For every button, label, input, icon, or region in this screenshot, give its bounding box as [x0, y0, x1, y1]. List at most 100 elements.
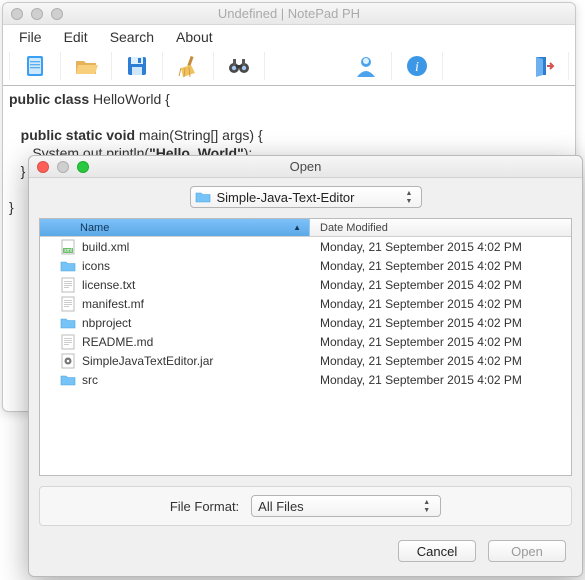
open-folder-icon	[73, 53, 99, 79]
window-title: Undefined | NotePad PH	[3, 6, 575, 21]
user-button[interactable]	[349, 51, 383, 81]
location-bar: Simple-Java-Text-Editor ▲▼	[29, 178, 582, 218]
code-line: public static void main(String[] args) {	[9, 126, 569, 144]
user-icon	[353, 53, 379, 79]
exit-button[interactable]	[526, 51, 560, 81]
minimize-window-button[interactable]	[31, 8, 43, 20]
svg-text:xml: xml	[64, 248, 72, 254]
toolbar-separator	[111, 52, 112, 80]
info-button[interactable]: i	[400, 51, 434, 81]
file-row[interactable]: manifest.mf Monday, 21 September 2015 4:0…	[40, 294, 571, 313]
new-file-button[interactable]	[18, 51, 52, 81]
file-name: manifest.mf	[82, 297, 144, 311]
menu-about[interactable]: About	[166, 27, 223, 47]
file-name: icons	[82, 259, 110, 273]
file-list[interactable]: xml build.xml Monday, 21 September 2015 4:…	[40, 237, 571, 475]
file-row[interactable]: xml build.xml Monday, 21 September 2015 4:…	[40, 237, 571, 256]
file-date: Monday, 21 September 2015 4:02 PM	[310, 278, 571, 292]
column-header-name[interactable]: Name ▲	[40, 219, 310, 236]
code-line	[9, 108, 569, 126]
toolbar-separator	[391, 52, 392, 80]
cancel-button-label: Cancel	[417, 544, 457, 559]
toolbar-separator	[162, 52, 163, 80]
menubar: File Edit Search About	[3, 25, 575, 49]
close-window-button[interactable]	[11, 8, 23, 20]
clear-button[interactable]	[171, 51, 205, 81]
column-header-date-label: Date Modified	[320, 222, 388, 234]
folder-icon	[60, 315, 76, 331]
main-titlebar: Undefined | NotePad PH	[3, 3, 575, 25]
folder-icon	[60, 372, 76, 388]
cancel-button[interactable]: Cancel	[398, 540, 476, 562]
open-button[interactable]: Open	[488, 540, 566, 562]
open-button-label: Open	[511, 544, 543, 559]
file-row[interactable]: icons Monday, 21 September 2015 4:02 PM	[40, 256, 571, 275]
file-format-value: All Files	[258, 499, 415, 514]
location-select[interactable]: Simple-Java-Text-Editor ▲▼	[190, 186, 422, 208]
file-browser: Name ▲ Date Modified xml build.xml Monday,…	[39, 218, 572, 476]
save-button[interactable]	[120, 51, 154, 81]
new-file-icon	[22, 53, 48, 79]
toolbar-separator	[568, 52, 569, 80]
dialog-buttons: Cancel Open	[39, 540, 572, 572]
folder-icon	[195, 190, 211, 204]
file-format-box: File Format: All Files ▲▼	[39, 486, 572, 526]
open-dialog: Open Simple-Java-Text-Editor ▲▼ Name ▲ D…	[28, 155, 583, 577]
sort-ascending-icon: ▲	[293, 223, 301, 232]
broom-icon	[175, 53, 201, 79]
save-icon	[124, 53, 150, 79]
toolbar-separator	[9, 52, 10, 80]
toolbar: i	[3, 49, 575, 86]
toolbar-separator	[264, 52, 265, 80]
location-label: Simple-Java-Text-Editor	[217, 190, 398, 205]
file-date: Monday, 21 September 2015 4:02 PM	[310, 316, 571, 330]
file-row[interactable]: src Monday, 21 September 2015 4:02 PM	[40, 370, 571, 389]
file-name: SimpleJavaTextEditor.jar	[82, 354, 213, 368]
toolbar-separator	[442, 52, 443, 80]
file-format-select[interactable]: All Files ▲▼	[251, 495, 441, 517]
file-date: Monday, 21 September 2015 4:02 PM	[310, 354, 571, 368]
file-name: build.xml	[82, 240, 129, 254]
dialog-titlebar: Open	[29, 156, 582, 178]
file-date: Monday, 21 September 2015 4:02 PM	[310, 335, 571, 349]
find-button[interactable]	[222, 51, 256, 81]
folder-icon	[60, 258, 76, 274]
column-header-date[interactable]: Date Modified	[310, 219, 571, 236]
file-icon	[60, 296, 76, 312]
file-icon	[60, 334, 76, 350]
menu-search[interactable]: Search	[100, 27, 164, 47]
file-format-label: File Format:	[170, 499, 239, 514]
window-controls	[3, 8, 63, 20]
svg-text:i: i	[415, 60, 419, 75]
file-row[interactable]: SimpleJavaTextEditor.jar Monday, 21 Septe…	[40, 351, 571, 370]
dialog-bottom: File Format: All Files ▲▼ Cancel Open	[29, 476, 582, 576]
menu-edit[interactable]: Edit	[54, 27, 98, 47]
file-name: nbproject	[82, 316, 131, 330]
file-icon	[60, 353, 76, 369]
file-date: Monday, 21 September 2015 4:02 PM	[310, 297, 571, 311]
binoculars-icon	[226, 53, 252, 79]
zoom-window-button[interactable]	[51, 8, 63, 20]
menu-file[interactable]: File	[9, 27, 52, 47]
file-row[interactable]: nbproject Monday, 21 September 2015 4:02 …	[40, 313, 571, 332]
toolbar-separator	[60, 52, 61, 80]
column-header-name-label: Name	[80, 222, 109, 234]
file-date: Monday, 21 September 2015 4:02 PM	[310, 373, 571, 387]
file-icon: xml	[60, 239, 76, 255]
stepper-icon: ▲▼	[402, 190, 417, 205]
file-name: src	[82, 373, 98, 387]
file-icon	[60, 277, 76, 293]
info-icon: i	[404, 53, 430, 79]
file-name: license.txt	[82, 278, 135, 292]
open-file-button[interactable]	[69, 51, 103, 81]
stepper-icon: ▲▼	[419, 499, 434, 514]
file-row[interactable]: README.md Monday, 21 September 2015 4:02 …	[40, 332, 571, 351]
exit-door-icon	[530, 53, 556, 79]
file-row[interactable]: license.txt Monday, 21 September 2015 4:0…	[40, 275, 571, 294]
code-line: public class HelloWorld {	[9, 90, 569, 108]
file-name: README.md	[82, 335, 153, 349]
file-date: Monday, 21 September 2015 4:02 PM	[310, 259, 571, 273]
file-list-header: Name ▲ Date Modified	[40, 219, 571, 237]
toolbar-separator	[213, 52, 214, 80]
file-date: Monday, 21 September 2015 4:02 PM	[310, 240, 571, 254]
